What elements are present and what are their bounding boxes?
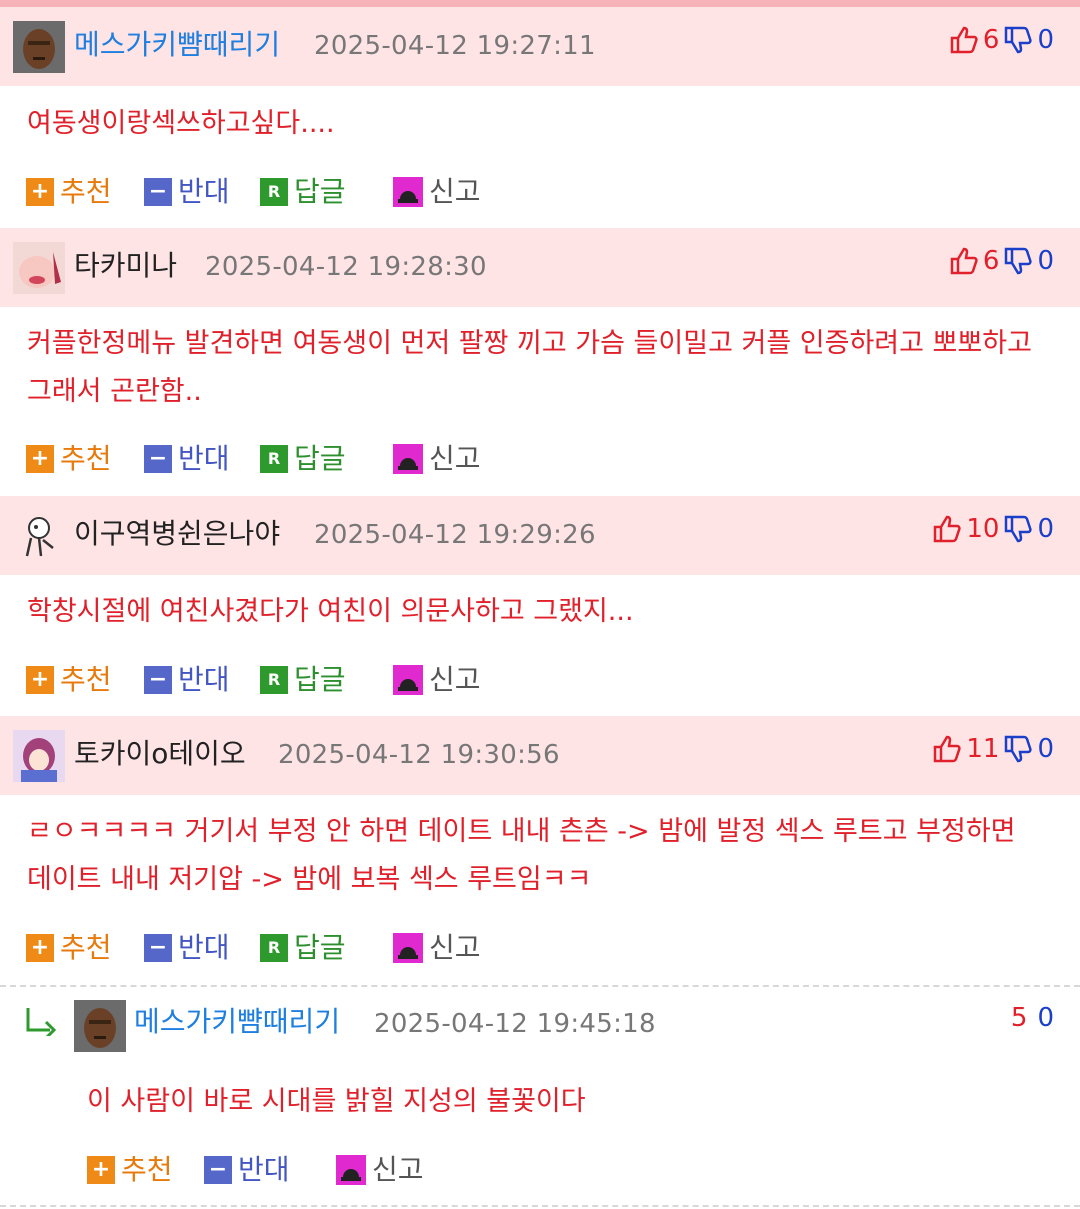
comment-actions: + 추천 − 반대 R 답글 신고 xyxy=(0,439,600,479)
plus-icon: + xyxy=(87,1156,115,1184)
siren-icon xyxy=(393,444,423,474)
upvote-count: 6 xyxy=(982,25,1000,55)
siren-icon xyxy=(393,665,423,695)
comment-header: 이구역병쉰은나야 2025-04-12 19:29:26 10 0 xyxy=(0,496,1080,575)
oppose-button[interactable]: − 반대 xyxy=(144,660,230,700)
thumbs-down-icon xyxy=(1005,247,1033,275)
comment-text: 학창시절에 여친사겼다가 여친이 의문사하고 그랬지... xyxy=(27,596,634,627)
comment-author[interactable]: 이구역병쉰은나야 xyxy=(74,514,280,554)
comment-text: 이 사람이 바로 시대를 밝힐 지성의 불꽃이다 xyxy=(87,1086,586,1117)
minus-icon: − xyxy=(204,1156,232,1184)
reply-icon: R xyxy=(260,178,288,206)
comment-author[interactable]: 메스가키뺨때리기 xyxy=(74,25,280,65)
comment-author[interactable]: 메스가키뺨때리기 xyxy=(134,1002,340,1042)
comment-text: 커플한정메뉴 발견하면 여동생이 먼저 팔짱 끼고 가슴 들이밀고 커플 인증하… xyxy=(27,328,1032,407)
minus-icon: − xyxy=(144,445,172,473)
recommend-button[interactable]: + 추천 xyxy=(26,439,112,479)
comment-author[interactable]: 토카이o테이오 xyxy=(74,734,246,774)
oppose-button[interactable]: − 반대 xyxy=(144,439,230,479)
vote-counts: 10 0 xyxy=(932,509,1054,549)
oppose-button[interactable]: − 반대 xyxy=(144,928,230,968)
report-button[interactable]: 신고 xyxy=(393,439,481,479)
avatar[interactable] xyxy=(13,510,65,562)
reply-icon: R xyxy=(260,934,288,962)
upvote-count: 5 xyxy=(1010,1003,1028,1033)
thumbs-up-icon xyxy=(934,735,961,763)
minus-icon: − xyxy=(144,666,172,694)
comment-actions: + 추천 − 반대 R 답글 신고 xyxy=(0,660,600,700)
reply-icon: R xyxy=(260,666,288,694)
minus-icon: − xyxy=(144,934,172,962)
report-button[interactable]: 신고 xyxy=(393,172,481,212)
comment-date: 2025-04-12 19:27:11 xyxy=(314,31,596,61)
comment-date: 2025-04-12 19:30:56 xyxy=(278,740,560,770)
comment-author[interactable]: 타카미나 xyxy=(74,246,177,286)
downvote-count: 0 xyxy=(1037,514,1054,544)
thumbs-down-icon xyxy=(1005,515,1033,543)
downvote-count: 0 xyxy=(1037,1003,1054,1033)
siren-icon xyxy=(336,1155,366,1185)
oppose-button[interactable]: − 반대 xyxy=(204,1150,290,1190)
minus-icon: − xyxy=(144,178,172,206)
comment-date: 2025-04-12 19:45:18 xyxy=(374,1009,656,1039)
upvote-count: 10 xyxy=(966,514,1000,544)
downvote-count: 0 xyxy=(1037,246,1054,276)
plus-icon: + xyxy=(26,666,54,694)
report-button[interactable]: 신고 xyxy=(393,928,481,968)
downvote-count: 0 xyxy=(1037,734,1054,764)
thumbs-up-icon xyxy=(950,247,978,275)
recommend-button[interactable]: + 추천 xyxy=(26,660,112,700)
reply-button[interactable]: R 답글 xyxy=(260,172,346,212)
comment-actions: + 추천 − 반대 신고 xyxy=(0,1150,600,1190)
bottom-divider xyxy=(0,1205,1080,1207)
avatar[interactable] xyxy=(74,1000,126,1052)
vote-counts: 6 0 xyxy=(949,20,1054,60)
top-accent-bar xyxy=(0,0,1080,7)
recommend-button[interactable]: + 추천 xyxy=(87,1150,173,1190)
upvote-count: 6 xyxy=(982,246,1000,276)
upvote-count: 11 xyxy=(966,734,1000,764)
plus-icon: + xyxy=(26,178,54,206)
comment-actions: + 추천 − 반대 R 답글 신고 xyxy=(0,928,600,968)
siren-icon xyxy=(393,177,423,207)
vote-counts: 6 0 xyxy=(949,241,1054,281)
comment-actions: + 추천 − 반대 R 답글 신고 xyxy=(0,172,600,212)
thumbs-up-icon xyxy=(950,26,978,54)
comment-header: 메스가키뺨때리기 2025-04-12 19:27:11 6 0 xyxy=(0,7,1080,86)
comment-header: 타카미나 2025-04-12 19:28:30 6 0 xyxy=(0,228,1080,307)
avatar[interactable] xyxy=(13,242,65,294)
vote-counts: 11 0 xyxy=(932,729,1054,769)
report-button[interactable]: 신고 xyxy=(393,660,481,700)
plus-icon: + xyxy=(26,934,54,962)
vote-counts: 5 0 xyxy=(1011,998,1054,1038)
recommend-button[interactable]: + 추천 xyxy=(26,172,112,212)
comment-date: 2025-04-12 19:28:30 xyxy=(205,252,487,282)
comment-date: 2025-04-12 19:29:26 xyxy=(314,520,596,550)
recommend-button[interactable]: + 추천 xyxy=(26,928,112,968)
reply-icon: R xyxy=(260,445,288,473)
reply-button[interactable]: R 답글 xyxy=(260,928,346,968)
oppose-button[interactable]: − 반대 xyxy=(144,172,230,212)
downvote-count: 0 xyxy=(1037,25,1054,55)
comment-header: 토카이o테이오 2025-04-12 19:30:56 11 0 xyxy=(0,716,1080,795)
reply-button[interactable]: R 답글 xyxy=(260,439,346,479)
thumbs-up-icon xyxy=(934,515,961,543)
report-button[interactable]: 신고 xyxy=(336,1150,424,1190)
reply-divider xyxy=(0,985,1080,987)
avatar[interactable] xyxy=(13,21,65,73)
comment-text: ㄹㅇㅋㅋㅋㅋ 거기서 부정 안 하면 데이트 내내 츤츤 -> 밤에 발정 섹스… xyxy=(27,816,1016,895)
plus-icon: + xyxy=(26,445,54,473)
reply-arrow-icon xyxy=(26,1008,57,1036)
siren-icon xyxy=(393,933,423,963)
reply-button[interactable]: R 답글 xyxy=(260,660,346,700)
avatar[interactable] xyxy=(13,730,65,782)
thumbs-down-icon xyxy=(1005,26,1033,54)
comment-text: 여동생이랑섹쓰하고싶다.... xyxy=(27,108,335,139)
thumbs-down-icon xyxy=(1005,735,1033,763)
